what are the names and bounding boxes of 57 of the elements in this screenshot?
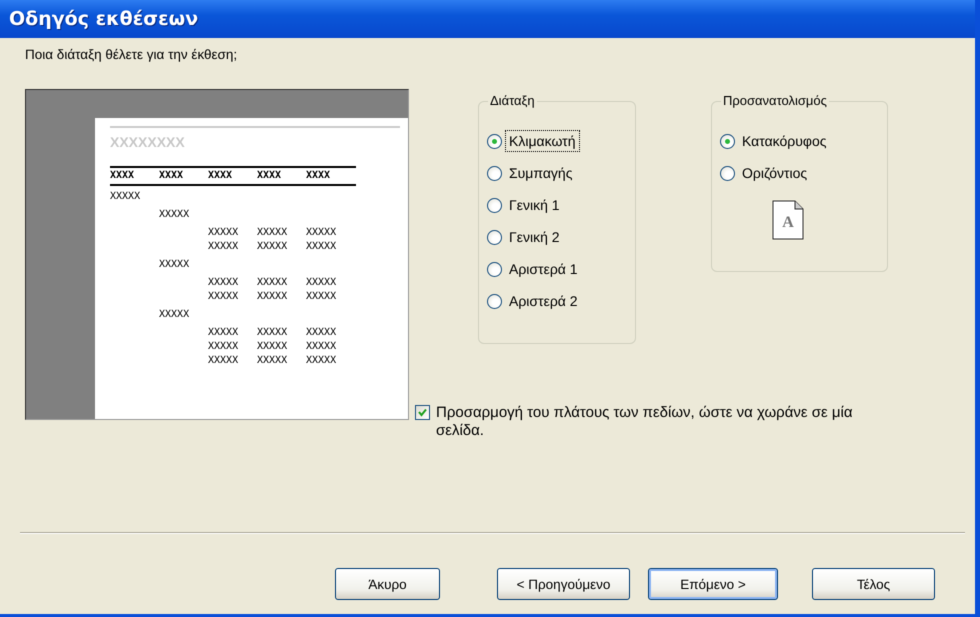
preview-cell-text: XXXXX: [306, 240, 338, 254]
preview-cell-text: XXXXX: [306, 276, 338, 290]
option-label[interactable]: Κλιμακωτή: [505, 130, 580, 152]
preview-cell-text: XXXXX: [306, 354, 338, 368]
radio-button[interactable]: [487, 262, 502, 276]
radio-button[interactable]: [487, 134, 502, 148]
preview-cell-text: XXXXX: [208, 326, 240, 340]
preview-cell-text: XXXXX: [257, 326, 288, 340]
option-label[interactable]: Κατακόρυφος: [738, 130, 831, 152]
wizard-button[interactable]: Τέλος: [812, 568, 935, 600]
preview-header-cell-text: XXXX: [110, 169, 136, 183]
radio-button[interactable]: [487, 230, 502, 244]
preview-cell-text: XXXXX: [257, 226, 288, 240]
preview-cell-text: XXXXX: [208, 276, 240, 290]
radio-button[interactable]: [720, 134, 735, 148]
question-text: Ποια διάταξη θέλετε για την έκθεση;: [25, 47, 238, 62]
preview-cell-text: XXXXX: [257, 290, 288, 304]
option-label[interactable]: Αριστερά 2: [505, 290, 582, 312]
preview-cell-text: XXXXX: [257, 354, 288, 368]
preview-cell-text: XXXXX: [208, 354, 240, 368]
preview-cell-text: XXXXX: [257, 240, 288, 254]
preview-cell-text: XXXXX: [208, 340, 240, 354]
option-label[interactable]: Γενική 2: [505, 226, 564, 248]
checkbox-label: Προσαρμογή του πλάτους των πεδίων, ώστε να χωράνε σε μία σελίδα.: [436, 404, 854, 440]
radio-button[interactable]: [487, 198, 502, 212]
option-label[interactable]: Αριστερά 1: [505, 258, 582, 280]
preview-cell-text: XXXXX: [159, 258, 190, 272]
preview-header-cell-text: XXXX: [208, 169, 234, 183]
preview-cell-text: XXXXX: [306, 340, 338, 354]
preview-cell-text: XXXXX: [208, 290, 240, 304]
option-label[interactable]: Γενική 1: [505, 194, 564, 216]
preview-cell-text: XXXXX: [208, 240, 240, 254]
preview-cell-text: XXXXX: [257, 340, 288, 354]
radio-button[interactable]: [487, 294, 502, 308]
group-label: Προσανατολισμός: [721, 93, 829, 108]
preview-header-cell-text: XXXX: [306, 169, 332, 183]
preview-cell-text: XXXXX: [159, 308, 190, 322]
preview-cell-text: XXXXX: [208, 226, 240, 240]
radio-button[interactable]: [720, 166, 735, 180]
page-icon: A: [772, 200, 804, 240]
window-title: Οδηγός εκθέσεων: [9, 8, 198, 30]
preview-cell-text: XXXXX: [306, 290, 338, 304]
wizard-button[interactable]: < Προηγούμενο: [497, 568, 630, 600]
checkbox[interactable]: [415, 405, 430, 420]
preview-cell-text: XXXXX: [306, 326, 338, 340]
option-label[interactable]: Συμπαγής: [505, 162, 576, 184]
wizard-button[interactable]: Άκυρο: [335, 568, 440, 600]
wizard-button[interactable]: Επόμενο >: [648, 568, 778, 600]
preview-header-cell-text: XXXX: [257, 169, 282, 183]
option-label[interactable]: Οριζόντιος: [738, 162, 812, 184]
preview-cell-text: XXXXX: [306, 226, 338, 240]
group-label: Διάταξη: [488, 93, 537, 108]
preview-cell-text: XXXXX: [257, 276, 288, 290]
preview-cell-text: XXXXX: [110, 190, 142, 204]
preview-cell-text: XXXXX: [159, 208, 190, 222]
radio-button[interactable]: [487, 166, 502, 180]
preview-header-cell-text: XXXX: [159, 169, 184, 183]
